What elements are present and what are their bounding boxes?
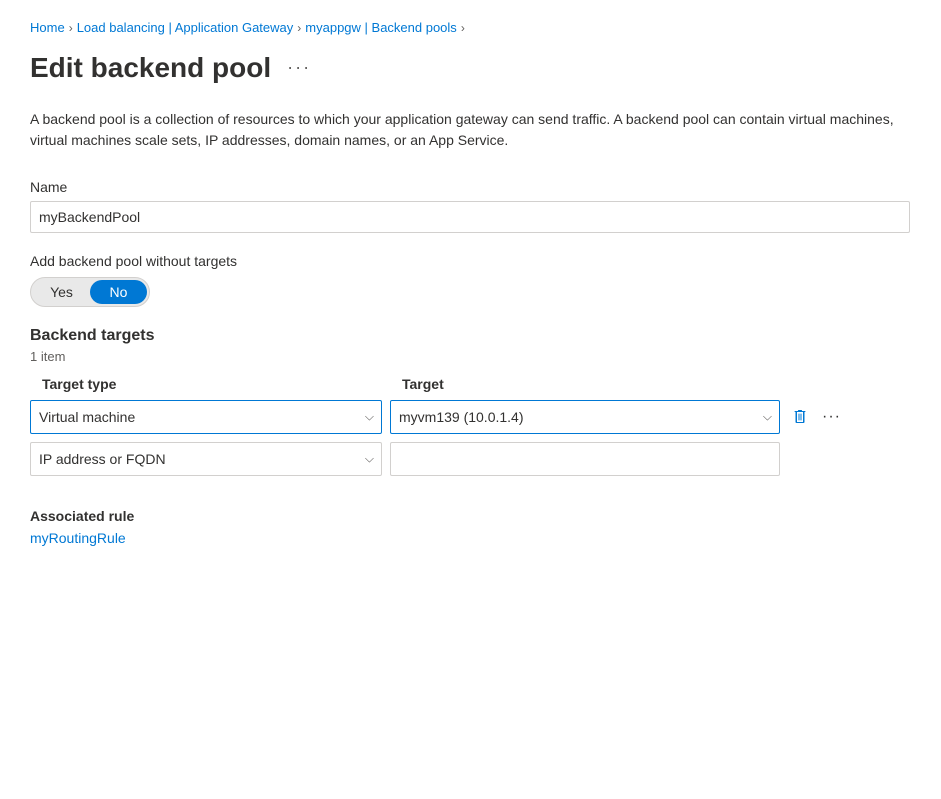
target-type-select-wrapper-2: IP address or FQDN Virtual machine App S… xyxy=(30,442,382,476)
description-text: A backend pool is a collection of resour… xyxy=(30,109,910,151)
target-value-select-wrapper-1: myvm139 (10.0.1.4) ⌵ xyxy=(390,400,780,434)
associated-rule-section: Associated rule myRoutingRule xyxy=(30,508,911,546)
targets-header: Target type Target xyxy=(30,376,911,392)
toggle-yes[interactable]: Yes xyxy=(33,280,90,304)
item-count: 1 item xyxy=(30,349,911,364)
breadcrumb-home[interactable]: Home xyxy=(30,20,65,35)
breadcrumb-sep-1: › xyxy=(69,21,73,35)
page-title-row: Edit backend pool ··· xyxy=(30,51,911,85)
toggle-no[interactable]: No xyxy=(90,280,147,304)
routing-rule-link[interactable]: myRoutingRule xyxy=(30,530,126,546)
name-input[interactable] xyxy=(30,201,910,233)
target-text-input-2[interactable] xyxy=(390,442,780,476)
breadcrumb-sep-2: › xyxy=(297,21,301,35)
backend-targets-title: Backend targets xyxy=(30,327,911,345)
more-actions-button-1[interactable]: ··· xyxy=(816,404,847,430)
target-value-select-1[interactable]: myvm139 (10.0.1.4) xyxy=(390,400,780,434)
breadcrumb-backend-pools[interactable]: myappgw | Backend pools xyxy=(305,20,457,35)
name-label: Name xyxy=(30,179,911,195)
breadcrumb-sep-3: › xyxy=(461,21,465,35)
toggle-control[interactable]: Yes No xyxy=(30,277,150,307)
breadcrumb: Home › Load balancing | Application Gate… xyxy=(30,20,911,35)
col-header-target: Target xyxy=(390,376,911,392)
table-row: Virtual machine IP address or FQDN App S… xyxy=(30,400,911,434)
toggle-label: Add backend pool without targets xyxy=(30,253,911,269)
name-field-section: Name xyxy=(30,179,911,233)
backend-targets-section: Backend targets 1 item Target type Targe… xyxy=(30,327,911,476)
toggle-section: Add backend pool without targets Yes No xyxy=(30,253,911,307)
trash-icon xyxy=(792,409,808,425)
row-actions-1: ··· xyxy=(788,404,847,430)
associated-rule-label: Associated rule xyxy=(30,508,911,524)
target-type-select-wrapper-1: Virtual machine IP address or FQDN App S… xyxy=(30,400,382,434)
target-type-select-2[interactable]: IP address or FQDN Virtual machine App S… xyxy=(30,442,382,476)
table-row: IP address or FQDN Virtual machine App S… xyxy=(30,442,911,476)
breadcrumb-load-balancing[interactable]: Load balancing | Application Gateway xyxy=(77,20,294,35)
target-text-input-wrapper-2 xyxy=(390,442,780,476)
delete-row-button-1[interactable] xyxy=(788,405,812,429)
target-type-select-1[interactable]: Virtual machine IP address or FQDN App S… xyxy=(30,400,382,434)
col-header-target-type: Target type xyxy=(30,376,390,392)
page-title: Edit backend pool xyxy=(30,51,271,85)
page-ellipsis-button[interactable]: ··· xyxy=(281,55,317,80)
